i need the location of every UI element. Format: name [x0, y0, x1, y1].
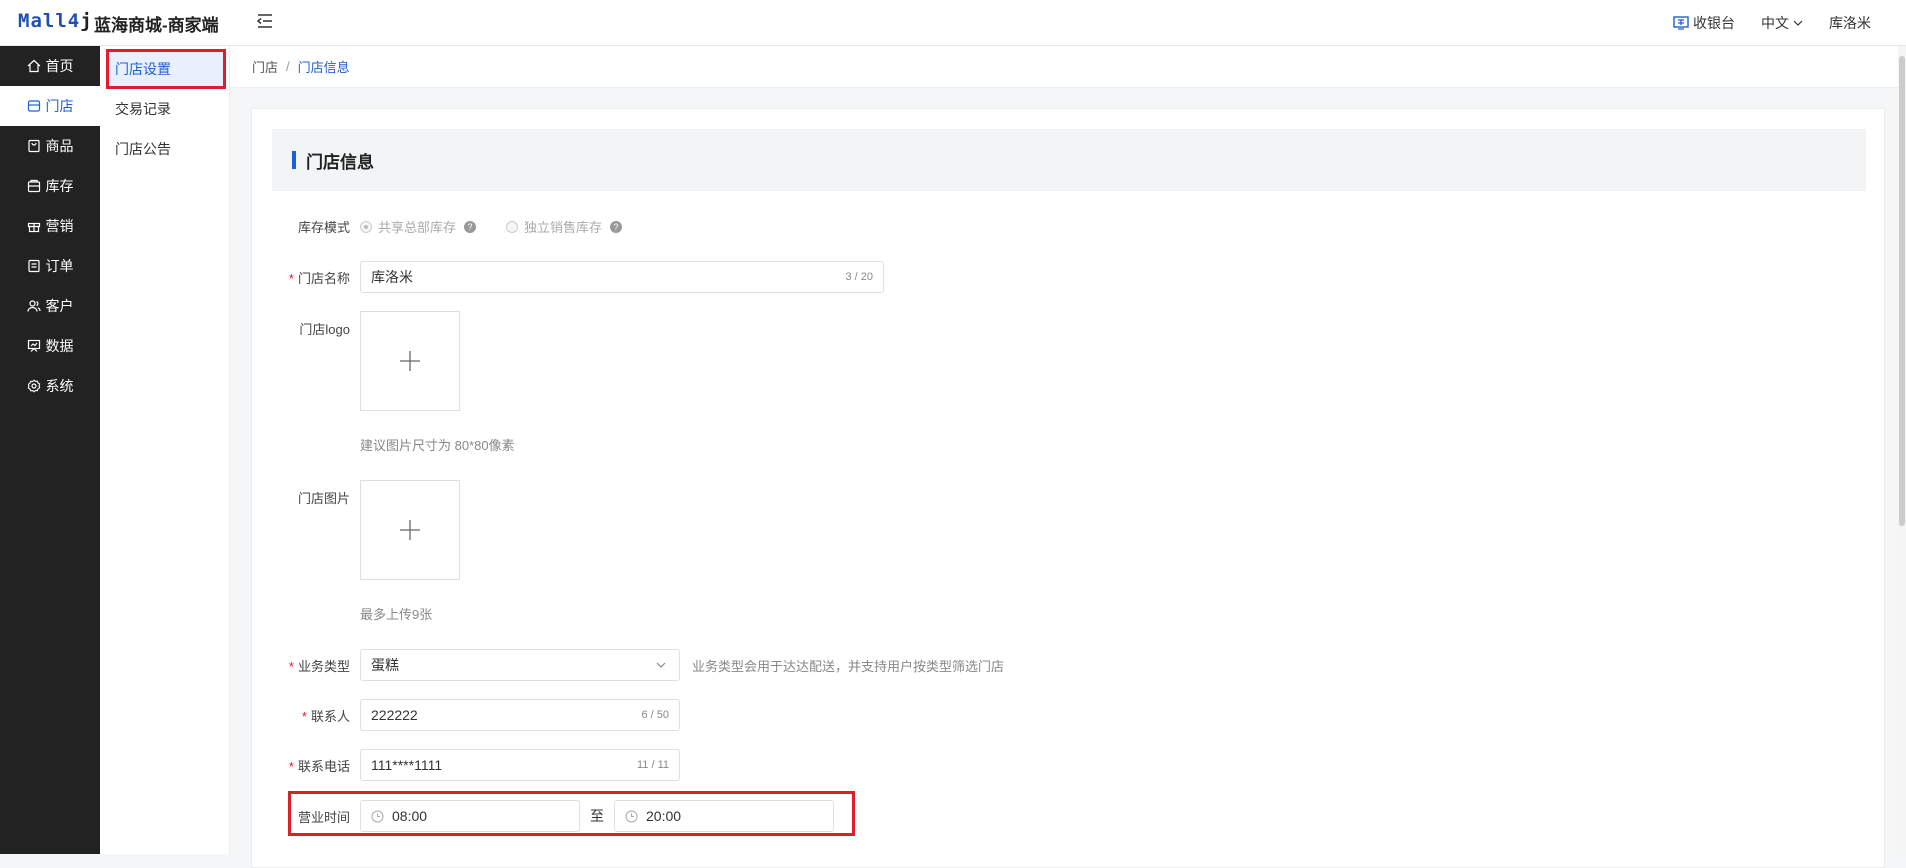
logo-upload-button[interactable] — [360, 311, 460, 411]
subnav-item-store-settings[interactable]: 门店设置 — [106, 49, 226, 89]
store-name-label: * 门店名称 — [288, 270, 350, 286]
subnav-item-announcements[interactable]: 门店公告 — [100, 129, 229, 169]
sidebar-item-label: 商品 — [45, 138, 74, 154]
breadcrumb: 门店 / 门店信息 — [230, 46, 1906, 88]
store-logo-row: 门店logo — [252, 311, 460, 411]
section-title: 门店信息 — [272, 129, 1866, 191]
sidebar-item-label: 营销 — [45, 218, 74, 234]
business-type-hint: 业务类型会用于达达配送，并支持用户按类型筛选门店 — [692, 658, 1005, 674]
sidebar-item-label: 订单 — [45, 258, 74, 274]
breadcrumb-current: 门店信息 — [297, 60, 350, 75]
char-count: 6 / 50 — [641, 709, 669, 721]
sidebar-item-label: 数据 — [45, 338, 74, 354]
cashier-icon — [1673, 16, 1689, 30]
question-icon: ? — [610, 220, 623, 233]
store-icon — [27, 100, 40, 112]
phone-label: * 联系电话 — [288, 758, 350, 774]
goods-icon — [27, 139, 40, 153]
subnav-item-transactions[interactable]: 交易记录 — [100, 89, 229, 129]
store-image-row: 门店图片 — [252, 480, 460, 580]
business-hours-highlight — [288, 791, 855, 836]
radio-dot — [506, 220, 519, 233]
image-hint: 最多上传9张 — [360, 607, 433, 622]
sidebar-item-customer[interactable]: 客户 — [0, 286, 100, 326]
plus-icon — [400, 520, 420, 540]
sidebar-item-system[interactable]: 系统 — [0, 366, 100, 406]
business-type-select[interactable]: 蛋糕 — [360, 649, 680, 681]
phone-row: * 联系电话 111****1111 11 / 11 — [252, 749, 680, 781]
page-scrollbar[interactable] — [1898, 46, 1906, 854]
stock-mode-shared-radio[interactable]: 共享总部库存 ? — [360, 217, 477, 236]
home-icon — [27, 59, 40, 73]
user-menu[interactable]: 库洛米 — [1829, 13, 1871, 33]
scrollbar-thumb[interactable] — [1899, 56, 1905, 526]
char-count: 11 / 11 — [636, 759, 669, 771]
sidebar-item-data[interactable]: 数据 — [0, 326, 100, 366]
store-image-label: 门店图片 — [297, 491, 350, 506]
phone-input[interactable]: 111****1111 11 / 11 — [360, 749, 680, 781]
store-name-row: * 门店名称 库洛米 3 / 20 — [252, 261, 884, 293]
radio-dot — [360, 220, 372, 233]
char-count: 3 / 20 — [845, 271, 873, 283]
cashier-label: 收银台 — [1693, 15, 1735, 31]
stock-mode-label: 库存模式 — [297, 220, 350, 235]
sidebar-item-marketing[interactable]: 营销 — [0, 206, 100, 246]
image-upload-button[interactable] — [360, 480, 460, 580]
menu-fold-icon[interactable] — [256, 12, 274, 30]
logo-hint-row: 建议图片尺寸为 80*80像素 — [360, 435, 515, 454]
contact-input[interactable]: 222222 6 / 50 — [360, 699, 680, 731]
username: 库洛米 — [1829, 15, 1871, 31]
breadcrumb-root[interactable]: 门店 — [252, 57, 278, 76]
question-icon: ? — [464, 220, 477, 233]
app-title: 蓝海商城-商家端 — [94, 16, 219, 35]
language-label: 中文 — [1761, 15, 1789, 31]
gift-icon — [27, 222, 40, 233]
inventory-icon — [27, 179, 40, 193]
top-bar: Mall4j 蓝海商城-商家端 收银台 中文 库洛米 — [0, 0, 1906, 46]
sidebar-item-label: 系统 — [45, 378, 74, 394]
sidebar-item-label: 库存 — [45, 178, 74, 194]
image-hint-row: 最多上传9张 — [360, 604, 432, 623]
store-info-card: 门店信息 库存模式 共享总部库存 ? 独立销售库存 ? * 门店名称 库洛米 3 … — [251, 108, 1885, 868]
top-right-tools: 收银台 中文 库洛米 — [1673, 0, 1871, 46]
breadcrumb-separator: / — [286, 59, 290, 74]
contact-row: * 联系人 222222 6 / 50 — [252, 699, 680, 731]
business-type-label: * 业务类型 — [288, 658, 350, 674]
stock-mode-row: 库存模式 共享总部库存 ? 独立销售库存 ? — [252, 217, 652, 236]
phone-value: 111****1111 — [371, 757, 443, 773]
sidebar-item-label: 客户 — [45, 298, 74, 314]
radio-label: 独立销售库存 — [524, 220, 603, 235]
logo: Mall4j — [18, 10, 93, 32]
sidebar-item-store[interactable]: 门店 — [0, 86, 100, 126]
contact-value: 222222 — [371, 707, 418, 723]
system-icon — [27, 379, 40, 393]
store-name-value: 库洛米 — [371, 269, 413, 285]
store-logo-label: 门店logo — [299, 322, 350, 337]
sidebar-item-inventory[interactable]: 库存 — [0, 166, 100, 206]
order-icon — [27, 259, 40, 273]
stock-mode-independent-radio[interactable]: 独立销售库存 ? — [506, 217, 623, 236]
sidebar-item-order[interactable]: 订单 — [0, 246, 100, 286]
sidebar-item-home[interactable]: 首页 — [0, 46, 100, 86]
plus-icon — [400, 351, 420, 371]
business-type-row: * 业务类型 蛋糕 业务类型会用于达达配送，并支持用户按类型筛选门店 — [252, 649, 1004, 681]
customer-icon — [26, 300, 41, 312]
sidebar-item-goods[interactable]: 商品 — [0, 126, 100, 166]
chevron-down-icon — [656, 662, 666, 668]
language-dropdown[interactable]: 中文 — [1761, 13, 1803, 33]
contact-label: * 联系人 — [301, 708, 350, 724]
sub-sidebar: 门店设置 交易记录 门店公告 — [100, 46, 230, 854]
business-type-value: 蛋糕 — [371, 657, 399, 673]
logo-hint: 建议图片尺寸为 80*80像素 — [360, 438, 515, 453]
sidebar-item-label: 首页 — [45, 58, 74, 74]
sidebar-item-label: 门店 — [45, 98, 74, 114]
radio-label: 共享总部库存 — [378, 220, 457, 235]
cashier-button[interactable]: 收银台 — [1673, 13, 1735, 33]
store-name-input[interactable]: 库洛米 3 / 20 — [360, 261, 884, 293]
data-icon — [27, 339, 40, 352]
main-sidebar: 首页 门店 商品 库存 营销 订单 客户 数据 系统 — [0, 46, 100, 854]
chevron-down-icon — [1793, 20, 1803, 26]
